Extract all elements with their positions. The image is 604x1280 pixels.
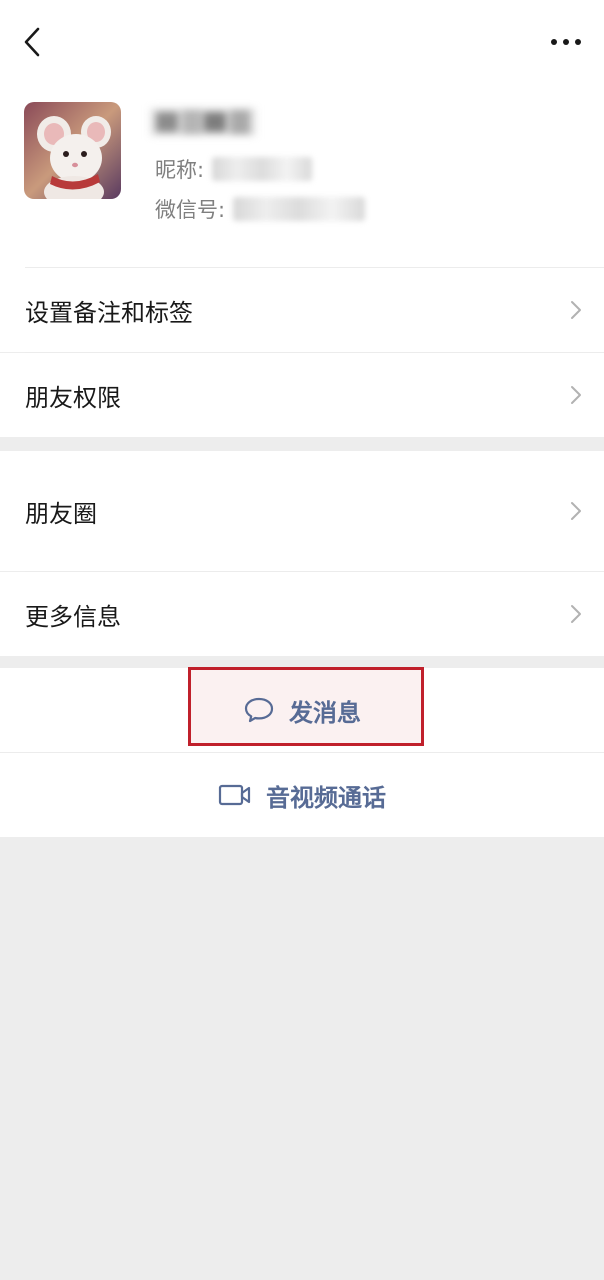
back-button[interactable] [16,24,48,60]
chat-bubble-icon [244,697,274,723]
nickname-value-redacted [212,157,313,181]
moments-item[interactable]: 朋友圈 [0,451,604,571]
wechat-id-value-redacted [233,197,366,221]
chevron-right-icon [571,301,581,319]
chevron-right-icon [571,605,581,623]
avatar[interactable] [24,102,121,199]
empty-background [0,837,604,1280]
more-info-label: 更多信息 [25,602,121,631]
friend-permissions-label: 朋友权限 [25,383,121,412]
profile-header: 昵称: 微信号: [0,0,604,268]
remark-and-tags-label: 设置备注和标签 [25,298,193,327]
moments-label: 朋友圈 [25,499,97,528]
chevron-left-icon [24,27,40,57]
send-message-button[interactable]: 发消息 [0,668,604,752]
chevron-right-icon [571,502,581,520]
wechat-id-label: 微信号: [155,198,226,222]
more-options-button[interactable] [546,28,586,56]
video-camera-icon [218,784,251,806]
ellipsis-icon [551,39,581,45]
more-info-item[interactable]: 更多信息 [0,572,604,656]
friend-permissions-item[interactable]: 朋友权限 [0,353,604,437]
wechat-id-row: 微信号: [155,194,366,224]
send-message-label: 发消息 [289,698,361,727]
voice-video-call-label: 音视频通话 [266,783,386,812]
profile-name-redacted [150,104,256,140]
remark-and-tags-item[interactable]: 设置备注和标签 [0,268,604,352]
section-gap [0,437,604,451]
nickname-row: 昵称: [155,154,313,184]
nickname-label: 昵称: [155,158,205,182]
voice-video-call-button[interactable]: 音视频通话 [0,753,604,837]
chevron-right-icon [571,386,581,404]
